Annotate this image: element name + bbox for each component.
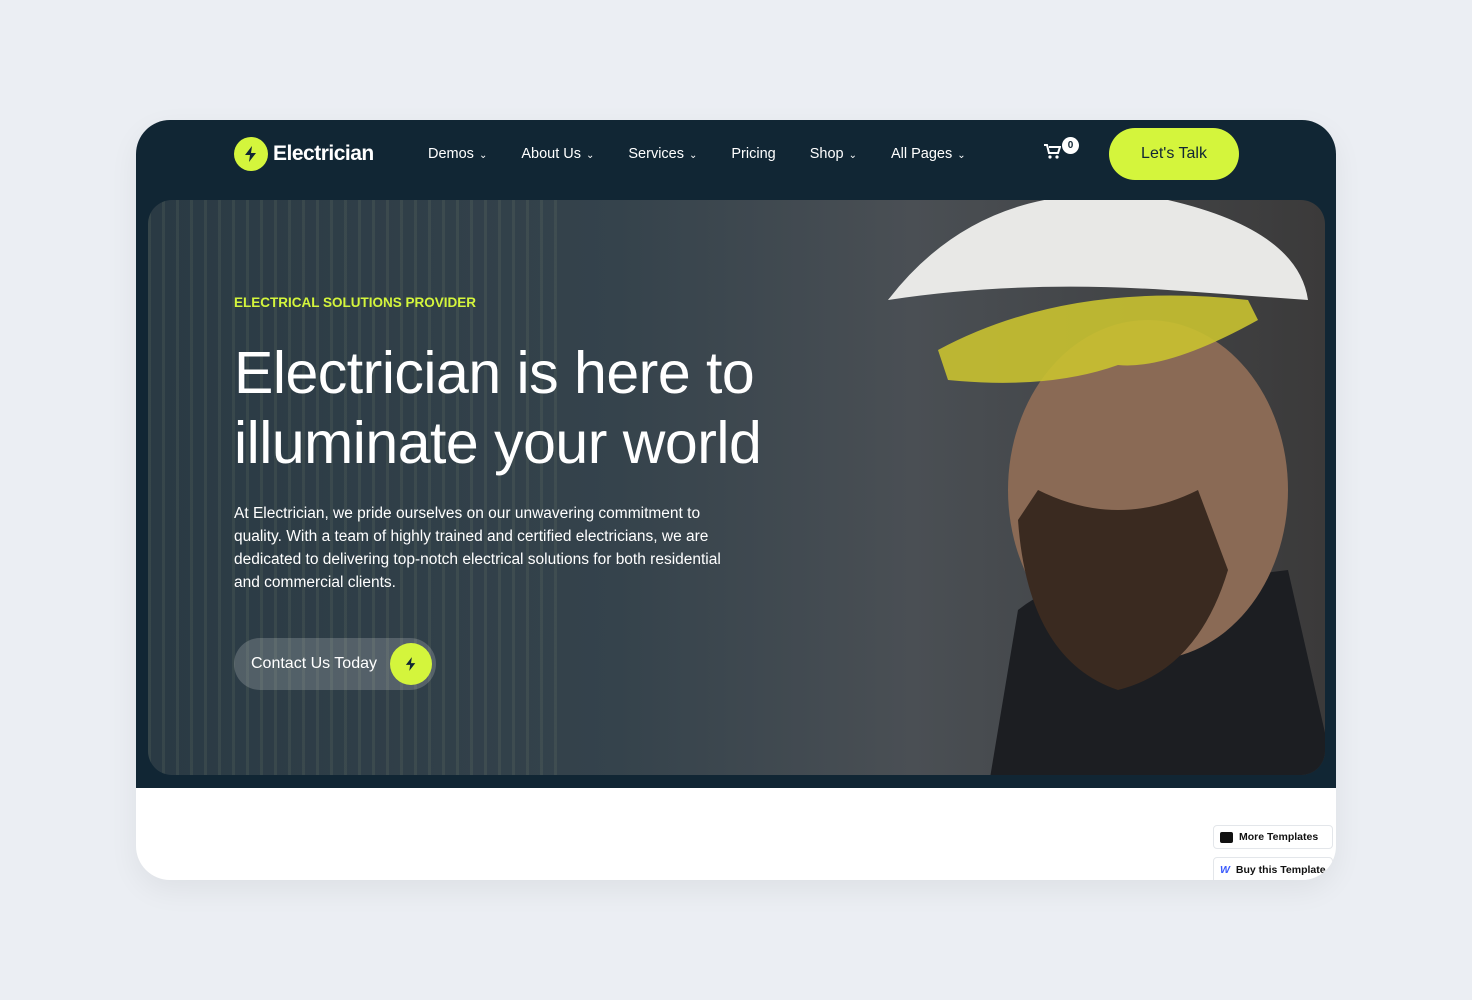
- nav-shop[interactable]: Shop ⌄: [810, 146, 857, 162]
- header-hero-section: Electrician Demos ⌄ About Us ⌄ Services ⌄ P…: [136, 120, 1336, 788]
- nav-label: About Us: [521, 146, 581, 162]
- lets-talk-button[interactable]: Let's Talk: [1109, 128, 1239, 180]
- main-menu: Demos ⌄ About Us ⌄ Services ⌄ Pricing Shop ⌄…: [428, 146, 966, 162]
- buy-template-button[interactable]: W Buy this Template: [1213, 857, 1333, 880]
- more-templates-button[interactable]: More Templates: [1213, 825, 1333, 849]
- chevron-down-icon: ⌄: [585, 150, 595, 161]
- chevron-down-icon: ⌄: [957, 150, 966, 161]
- nav-all-pages[interactable]: All Pages ⌄: [891, 146, 966, 162]
- cart-count-badge: 0: [1062, 137, 1079, 154]
- chevron-down-icon: ⌄: [478, 150, 488, 161]
- chevron-down-icon: ⌄: [688, 150, 698, 161]
- hero-kicker: ELECTRICAL SOLUTIONS PROVIDER: [234, 295, 477, 310]
- webflow-icon: W: [1220, 864, 1230, 876]
- nav-demos[interactable]: Demos ⌄: [428, 146, 487, 162]
- templates-icon: [1220, 831, 1233, 843]
- nav-label: Shop: [809, 146, 844, 162]
- nav-label: Demos: [428, 146, 474, 162]
- cart-icon[interactable]: [1044, 144, 1062, 165]
- nav-about-us[interactable]: About Us ⌄: [521, 146, 594, 162]
- electrician-photo: [888, 200, 1325, 775]
- nav-label: Services: [628, 146, 684, 162]
- navbar: Electrician Demos ⌄ About Us ⌄ Services ⌄ P…: [136, 120, 1336, 190]
- page-card: Electrician Demos ⌄ About Us ⌄ Services ⌄ P…: [136, 120, 1336, 880]
- nav-label: All Pages: [890, 146, 953, 162]
- button-label: Contact Us Today: [251, 655, 377, 672]
- logo[interactable]: Electrician: [234, 137, 374, 171]
- chevron-down-icon: ⌄: [848, 150, 857, 161]
- contact-us-button[interactable]: Contact Us Today: [234, 638, 436, 690]
- label: Buy this Template: [1235, 864, 1326, 876]
- hero-banner: ELECTRICAL SOLUTIONS PROVIDER Electricia…: [148, 200, 1325, 775]
- hero-description: At Electrician, we pride ourselves on ou…: [234, 505, 721, 591]
- nav-pricing[interactable]: Pricing: [731, 146, 775, 162]
- label: More Templates: [1239, 831, 1319, 843]
- hero-title: Electrician is here to illuminate your w…: [234, 340, 762, 476]
- logo-text: Electrician: [273, 142, 374, 165]
- nav-services[interactable]: Services ⌄: [628, 146, 697, 162]
- bolt-icon: [390, 643, 432, 685]
- bolt-icon: [234, 137, 268, 171]
- nav-label: Pricing: [731, 146, 776, 162]
